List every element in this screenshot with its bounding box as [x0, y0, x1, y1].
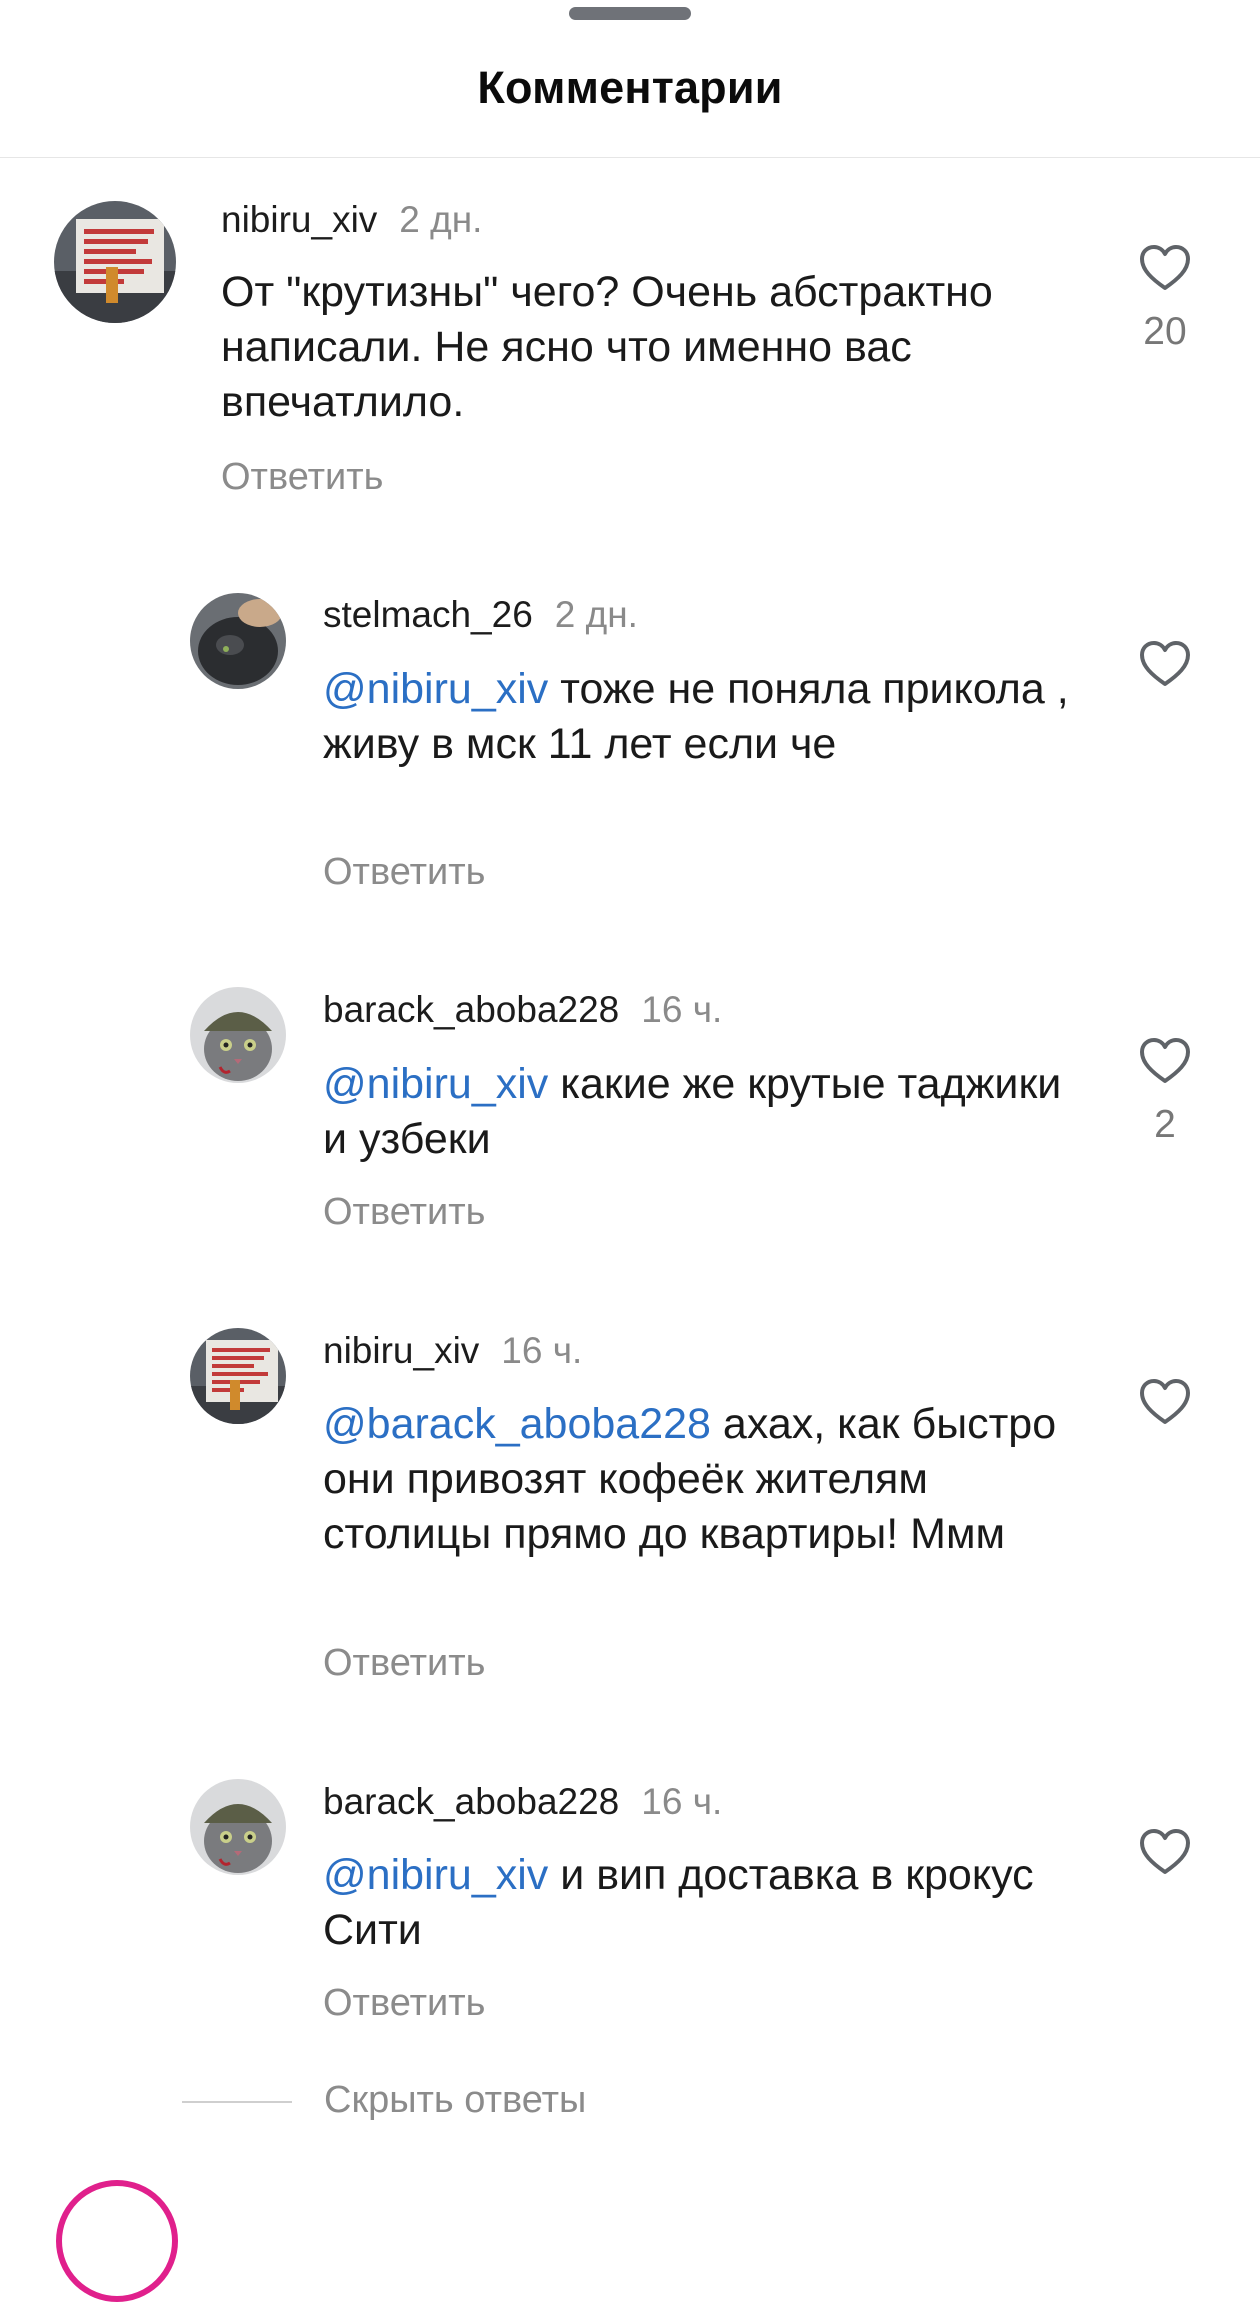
timestamp: 2 дн. — [399, 199, 483, 240]
heart-outline-icon — [1140, 1829, 1190, 1874]
thread-divider — [182, 2101, 292, 2103]
like-button[interactable] — [1120, 640, 1210, 750]
cat-helmet-avatar-image — [190, 987, 286, 1083]
heart-outline-icon — [1140, 245, 1190, 290]
timestamp: 16 ч. — [641, 1781, 723, 1822]
hide-replies-button[interactable]: Скрыть ответы — [182, 2076, 882, 2126]
mention-link[interactable]: @nibiru_xiv — [323, 1060, 548, 1108]
username[interactable]: nibiru_xiv — [221, 199, 377, 240]
reply-button[interactable]: Ответить — [323, 1641, 485, 1685]
avatar[interactable] — [190, 987, 286, 1083]
username[interactable]: stelmach_26 — [323, 594, 533, 635]
drag-handle[interactable] — [569, 7, 691, 20]
like-count: 2 — [1154, 1103, 1176, 1146]
timestamp: 16 ч. — [501, 1330, 583, 1371]
heart-outline-icon — [1140, 1379, 1190, 1424]
avatar[interactable] — [190, 1779, 286, 1875]
sign-avatar-image — [190, 1328, 286, 1424]
heart-outline-icon — [1140, 641, 1190, 686]
reply-button[interactable]: Ответить — [323, 1190, 485, 1234]
username[interactable]: barack_aboba228 — [323, 1781, 619, 1822]
avatar[interactable] — [190, 593, 286, 689]
cat-helmet-avatar-image — [190, 1779, 286, 1875]
avatar-story-ring[interactable] — [56, 2180, 178, 2302]
comment-meta: barack_aboba228 16 ч. — [323, 988, 722, 1032]
page-title: Комментарии — [477, 62, 783, 113]
like-button[interactable] — [1120, 1828, 1210, 1938]
sheet-header: Комментарии — [0, 0, 1260, 158]
avatar[interactable] — [190, 1328, 286, 1424]
avatar[interactable] — [54, 201, 176, 323]
like-count: 20 — [1143, 310, 1187, 353]
cat-dark-avatar-image — [190, 593, 286, 689]
hide-replies-label: Скрыть ответы — [324, 2079, 587, 2121]
reply-button[interactable]: Ответить — [323, 1981, 485, 2025]
like-count — [1120, 1894, 1210, 1938]
username[interactable]: nibiru_xiv — [323, 1330, 479, 1371]
mention-link[interactable]: @nibiru_xiv — [323, 665, 548, 713]
timestamp: 16 ч. — [641, 989, 723, 1030]
comment-meta: nibiru_xiv 2 дн. — [221, 198, 482, 242]
reply-button[interactable]: Ответить — [221, 455, 383, 499]
comment-meta: stelmach_26 2 дн. — [323, 593, 638, 637]
comment-text: @nibiru_xiv и вип доставка в крокус Сити — [323, 1848, 1083, 1958]
like-count — [1120, 1444, 1210, 1488]
like-button[interactable]: 2 — [1120, 1037, 1210, 1147]
mention-link[interactable]: @nibiru_xiv — [323, 1851, 548, 1899]
like-count — [1120, 706, 1210, 750]
comment-text: @nibiru_xiv тоже не поняла прикола , жив… — [323, 662, 1083, 772]
like-button[interactable] — [1120, 1378, 1210, 1488]
comment-body: От "крутизны" чего? Очень абстрактно нап… — [221, 268, 993, 426]
username[interactable]: barack_aboba228 — [323, 989, 619, 1030]
reply-button[interactable]: Ответить — [323, 850, 485, 894]
sign-avatar-image — [54, 201, 176, 323]
timestamp: 2 дн. — [554, 594, 638, 635]
comment-text: От "крутизны" чего? Очень абстрактно нап… — [221, 265, 1041, 430]
mention-link[interactable]: @barack_aboba228 — [323, 1400, 711, 1448]
comment-meta: nibiru_xiv 16 ч. — [323, 1329, 582, 1373]
comment-text: @barack_aboba228 ахах, как быстро они пр… — [323, 1397, 1083, 1562]
comments-sheet: Комментарии nibiru_xiv 2 дн. От "крутизны… — [0, 0, 1260, 2302]
like-button[interactable]: 20 — [1120, 244, 1210, 354]
heart-outline-icon — [1140, 1038, 1190, 1083]
comment-meta: barack_aboba228 16 ч. — [323, 1780, 722, 1824]
comment-text: @nibiru_xiv какие же крутые таджики и уз… — [323, 1057, 1083, 1167]
